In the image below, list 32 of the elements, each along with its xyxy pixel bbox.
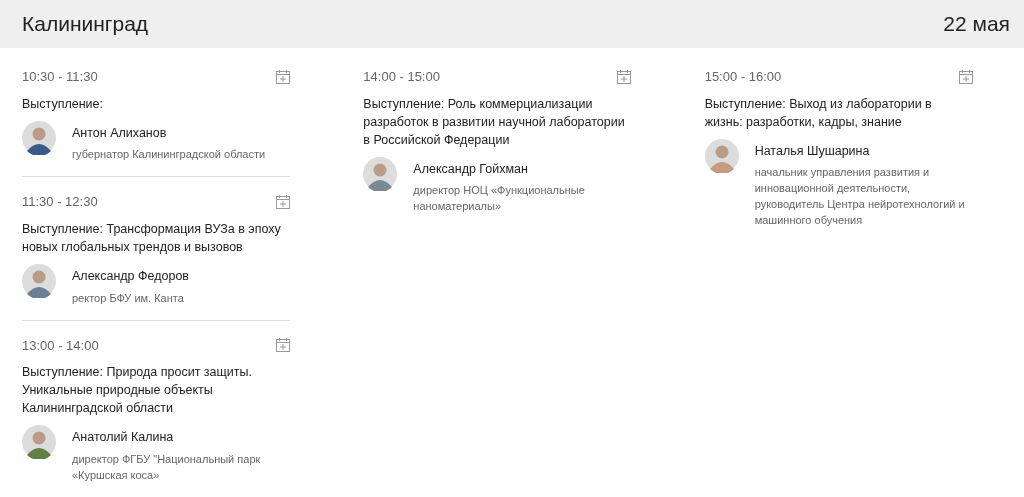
session-time: 15:00 - 16:00 xyxy=(704,68,782,86)
session-title: Выступление: Выход из лаборатории в жизнь: разработки, кадры, знание xyxy=(704,95,933,131)
speaker-position: начальник управления развития и инновационной деятельности, руководитель Центра нейротехнологий и машинного обучения xyxy=(754,165,966,229)
speaker-position: директор НОЦ «Функциональные наноматериалы» xyxy=(413,183,586,215)
avatar xyxy=(22,120,56,155)
speaker-position: директор ФГБУ "Национальный парк «Куршская коса» xyxy=(72,451,262,483)
date-label: 22 мая xyxy=(943,11,1010,38)
city-title: Калининград xyxy=(22,11,149,38)
session-title: Выступление: xyxy=(22,95,104,113)
calendar-add-icon[interactable] xyxy=(276,69,290,84)
session-title: Выступление: Трансформация ВУЗа в эпоху новых глобальных трендов и вызовов xyxy=(22,220,282,256)
speaker-name: Анатолий Калина xyxy=(72,429,175,446)
speaker-position: губернатор Калининградской области xyxy=(72,147,266,163)
session-title: Выступление: Роль коммерциализации разработок в развитии научной лаборатории в Российской Федерации xyxy=(363,95,626,149)
session-time: 10:30 - 11:30 xyxy=(22,68,98,86)
calendar-add-icon[interactable] xyxy=(617,69,632,84)
speaker-position: ректор БФУ им. Канта xyxy=(72,290,185,306)
session-title: Выступление: Природа просит защиты. Уникальные природные объекты Калининградской области xyxy=(22,364,253,417)
session-time: 11:30 - 12:30 xyxy=(22,193,98,212)
avatar xyxy=(22,263,56,298)
avatar xyxy=(363,156,398,191)
speaker-name: Александр Гойхман xyxy=(413,160,529,178)
calendar-add-icon[interactable] xyxy=(276,338,290,353)
session-time: 13:00 - 14:00 xyxy=(22,336,99,355)
speaker-name: Наталья Шушарина xyxy=(754,142,871,160)
speaker-name: Антон Алиханов xyxy=(72,124,168,142)
session-time: 14:00 - 15:00 xyxy=(363,68,440,86)
speaker-name: Александр Федоров xyxy=(72,267,189,285)
avatar xyxy=(22,425,56,459)
calendar-add-icon[interactable] xyxy=(958,69,973,84)
calendar-add-icon[interactable] xyxy=(276,195,290,209)
avatar xyxy=(704,138,739,173)
